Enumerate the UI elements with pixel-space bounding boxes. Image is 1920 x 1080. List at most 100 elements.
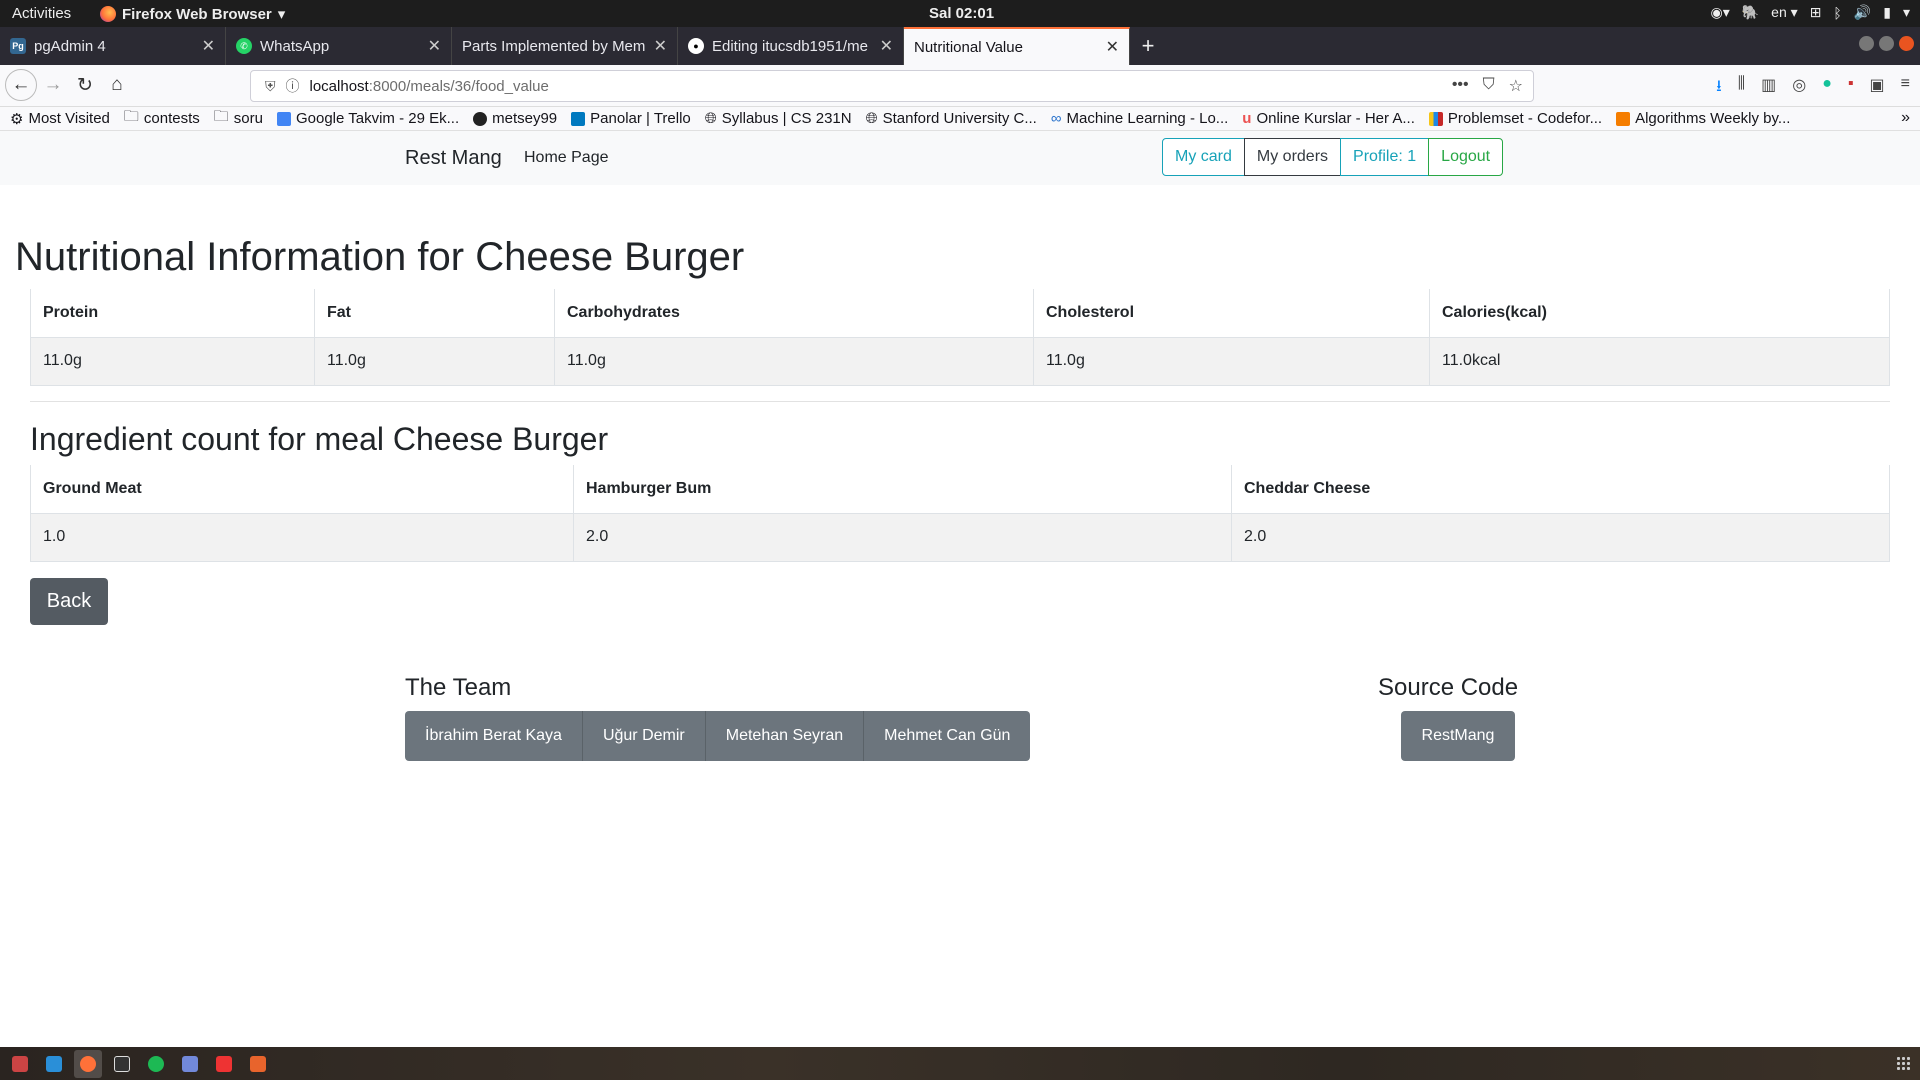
maximize-icon[interactable]: [1879, 36, 1894, 51]
nutrition-table: Protein Fat Carbohydrates Cholesterol Ca…: [30, 289, 1890, 386]
info-icon[interactable]: ⓘ: [286, 76, 300, 96]
back-button[interactable]: Back: [30, 578, 108, 625]
taskbar: [0, 1047, 1920, 1080]
activities-button[interactable]: Activities: [12, 5, 71, 22]
close-icon[interactable]: ✕: [1106, 37, 1119, 57]
bookmark-label: Stanford University C...: [882, 110, 1037, 127]
close-icon[interactable]: ✕: [880, 36, 893, 56]
battery-icon[interactable]: ▮: [1883, 4, 1891, 21]
team-member-button[interactable]: Metehan Seyran: [705, 711, 865, 761]
profile-button[interactable]: Profile: 1: [1340, 138, 1430, 176]
new-tab-button[interactable]: +: [1130, 27, 1166, 65]
pgadmin-icon: Pg: [10, 38, 26, 54]
discord-icon[interactable]: [176, 1050, 204, 1078]
bookmark-metsey99[interactable]: metsey99: [473, 110, 557, 127]
reload-icon[interactable]: ↻: [69, 69, 101, 101]
spotify-icon[interactable]: [142, 1050, 170, 1078]
tab-pgadmin[interactable]: Pg pgAdmin 4 ✕: [0, 27, 226, 65]
chevron-down-icon: ▾: [277, 6, 286, 23]
back-arrow-icon[interactable]: ←: [5, 69, 37, 101]
bookmark-most-visited[interactable]: ⚙ Most Visited: [10, 110, 110, 128]
url-bar[interactable]: ⛨ ⓘ localhost:8000/meals/36/food_value •…: [250, 70, 1534, 102]
library-icon[interactable]: ⫼: [1738, 75, 1745, 102]
bookmark-label: Panolar | Trello: [590, 110, 691, 127]
postgres-icon[interactable]: 🐘: [1742, 4, 1759, 21]
bookmark-label: Google Takvim - 29 Ek...: [295, 110, 460, 127]
screenshot-icon[interactable]: ▣: [1870, 75, 1885, 102]
menu-icon[interactable]: ≡: [1901, 75, 1910, 102]
my-orders-button[interactable]: My orders: [1243, 138, 1342, 176]
system-tray[interactable]: ◉▾ 🐘 en ▾ ⊞ ᛒ 🔊 ▮ ▾: [1710, 4, 1910, 21]
sidebar-icon[interactable]: ▥: [1761, 75, 1776, 102]
column-header: Calories(kcal): [1429, 289, 1890, 337]
volume-icon[interactable]: 🔊: [1854, 4, 1871, 21]
globe-icon: 🌐︎: [865, 110, 878, 127]
brand-link[interactable]: Rest Mang: [405, 147, 502, 170]
extension-icon[interactable]: ▪: [1848, 75, 1854, 102]
chevron-down-icon[interactable]: ▾: [1903, 4, 1910, 21]
close-icon[interactable]: ✕: [202, 36, 215, 56]
home-page-link[interactable]: Home Page: [524, 149, 609, 167]
team-member-button[interactable]: Uğur Demir: [582, 711, 706, 761]
github-icon: ●: [688, 38, 704, 54]
bluetooth-icon[interactable]: ᛒ: [1833, 5, 1841, 21]
chevron-right-icon[interactable]: »: [1901, 109, 1910, 127]
pocket-icon[interactable]: ⛉: [1483, 76, 1495, 96]
bookmark-trello[interactable]: Panolar | Trello: [571, 110, 691, 127]
close-icon[interactable]: ✕: [654, 36, 667, 56]
bookmark-udemy[interactable]: u Online Kurslar - Her A...: [1242, 110, 1415, 127]
home-icon[interactable]: ⌂: [101, 69, 133, 101]
tab-title: WhatsApp: [260, 37, 330, 55]
firefox-icon[interactable]: [74, 1049, 102, 1078]
accessibility-icon[interactable]: ◉▾: [1710, 4, 1729, 21]
minimize-icon[interactable]: [1859, 36, 1874, 51]
tab-editing-github[interactable]: ● Editing itucsdb1951/me ✕: [678, 27, 904, 65]
clock[interactable]: Sal 02:01: [929, 5, 994, 22]
column-header: Cholesterol: [1033, 289, 1430, 337]
grammarly-icon[interactable]: ●: [1822, 75, 1832, 102]
close-icon[interactable]: ✕: [428, 36, 441, 56]
tab-parts-implemented[interactable]: Parts Implemented by Mem ✕: [452, 27, 678, 65]
app-grid-icon[interactable]: [1896, 1056, 1910, 1070]
bookmark-machine-learning[interactable]: ∞ Machine Learning - Lo...: [1051, 110, 1228, 127]
shield-icon[interactable]: ⛨: [265, 78, 276, 95]
bookmark-label: soru: [233, 110, 263, 127]
more-actions-icon[interactable]: •••: [1452, 76, 1469, 96]
bookmark-soru[interactable]: 🗀 soru: [214, 106, 263, 131]
forward-arrow-icon[interactable]: →: [37, 69, 69, 101]
app-menu[interactable]: Firefox Web Browser ▾: [100, 5, 285, 23]
download-icon[interactable]: ⭳: [1716, 75, 1722, 102]
blogger-icon: [1616, 111, 1631, 126]
window-close-icon[interactable]: [1899, 36, 1914, 51]
text-editor-icon[interactable]: [210, 1050, 238, 1078]
url-host: localhost: [309, 77, 369, 95]
team-member-button[interactable]: İbrahim Berat Kaya: [405, 711, 583, 761]
source-code-title: Source Code: [1378, 674, 1519, 701]
bookmark-codeforces[interactable]: Problemset - Codefor...: [1428, 110, 1602, 127]
tab-whatsapp[interactable]: ✆ WhatsApp ✕: [226, 27, 452, 65]
table-cell: 11.0g: [314, 336, 555, 386]
tab-title: Nutritional Value: [914, 38, 1023, 56]
language-label: en: [1771, 4, 1787, 20]
bookmark-algorithms-weekly[interactable]: Algorithms Weekly by...: [1616, 110, 1790, 127]
account-icon[interactable]: ◎: [1792, 75, 1806, 102]
tab-nutritional-value[interactable]: Nutritional Value ✕: [904, 27, 1130, 65]
bookmark-contests[interactable]: 🗀 contests: [124, 106, 200, 131]
vscode-icon[interactable]: [40, 1050, 68, 1078]
language-indicator[interactable]: en ▾: [1771, 4, 1798, 21]
team-member-button[interactable]: Mehmet Can Gün: [864, 711, 1031, 761]
bookmark-star-icon[interactable]: ☆: [1509, 76, 1523, 96]
my-card-button[interactable]: My card: [1162, 138, 1245, 176]
logout-button[interactable]: Logout: [1428, 138, 1504, 176]
network-icon[interactable]: ⊞: [1810, 4, 1822, 21]
source-code-button[interactable]: RestMang: [1401, 711, 1515, 761]
files-icon[interactable]: [6, 1050, 34, 1078]
bookmark-label: Algorithms Weekly by...: [1635, 110, 1791, 127]
whatsapp-icon: ✆: [236, 38, 252, 54]
ingredients-table: Ground Meat Hamburger Bum Cheddar Cheese…: [30, 465, 1890, 562]
bookmark-stanford[interactable]: 🌐︎ Stanford University C...: [866, 110, 1037, 127]
bookmark-cs231n[interactable]: 🌐︎ Syllabus | CS 231N: [705, 110, 852, 127]
software-icon[interactable]: [244, 1050, 272, 1078]
terminal-icon[interactable]: [108, 1050, 136, 1078]
bookmark-google-calendar[interactable]: Google Takvim - 29 Ek...: [276, 110, 460, 127]
